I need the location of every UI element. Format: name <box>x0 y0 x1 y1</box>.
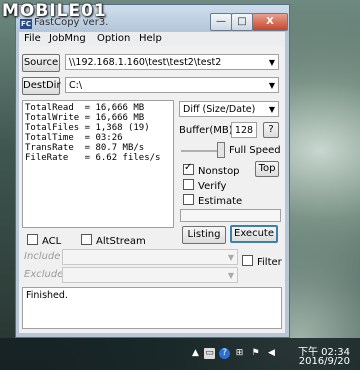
dropdown-arrow-icon[interactable]: ▼ <box>269 55 275 71</box>
checkbox-icon <box>183 194 194 205</box>
include-combo[interactable]: ▼ <box>62 249 238 265</box>
status-text: Finished. <box>26 290 68 301</box>
taskbar: ▲ ▭ ? ⊞ ⚑ ◀ 下午 02:34 2016/9/20 <box>0 338 360 370</box>
checkbox-checked-icon <box>183 162 194 175</box>
clock-date[interactable]: 2016/9/20 <box>290 356 350 367</box>
filter-label: Filter <box>257 257 282 268</box>
acl-label: ACL <box>42 236 62 247</box>
status-log: Finished. <box>22 287 282 329</box>
altstream-label: AltStream <box>96 236 146 247</box>
speed-label: Full Speed <box>229 145 281 156</box>
checkbox-icon <box>242 255 253 266</box>
nonstop-label: Nonstop <box>198 166 240 177</box>
stat-total-write: TotalWrite = 16,666 MB <box>25 113 145 123</box>
stat-total-read: TotalRead = 16,666 MB <box>25 103 145 113</box>
menu-option[interactable]: Option <box>97 33 130 44</box>
mode-value: Diff (Size/Date) <box>183 104 256 115</box>
menu-bar: File JobMng Option Help <box>19 32 285 46</box>
filter-checkbox[interactable]: Filter <box>242 255 282 268</box>
minimize-button[interactable]: — <box>210 13 232 31</box>
flag-icon[interactable]: ⚑ <box>250 348 261 359</box>
maximize-button[interactable]: □ <box>231 13 253 31</box>
menu-jobmng[interactable]: JobMng <box>49 33 86 44</box>
buffer-input[interactable]: 128 <box>231 122 257 138</box>
progress-bar <box>180 209 281 222</box>
verify-checkbox[interactable]: Verify <box>183 179 226 192</box>
exclude-label: Exclude <box>24 269 64 280</box>
checkbox-icon <box>183 179 194 190</box>
stat-trans-rate: TransRate = 80.7 MB/s <box>25 143 145 153</box>
source-button[interactable]: Source <box>22 54 60 72</box>
dropdown-arrow-icon[interactable]: ▼ <box>269 78 275 94</box>
top-button[interactable]: Top <box>255 161 279 177</box>
stat-total-files: TotalFiles = 1,368 (19) <box>25 123 150 133</box>
estimate-label: Estimate <box>198 196 243 207</box>
altstream-checkbox[interactable]: AltStream <box>81 234 146 247</box>
source-path-value: \\192.168.1.160\test\test2\test2 <box>69 57 222 68</box>
stats-panel: TotalRead = 16,666 MB TotalWrite = 16,666… <box>22 100 174 228</box>
acl-checkbox[interactable]: ACL <box>27 234 61 247</box>
checkbox-icon <box>27 234 38 245</box>
include-label: Include <box>24 251 61 262</box>
volume-icon[interactable]: ◀ <box>266 348 277 359</box>
execute-button[interactable]: Execute <box>230 225 278 243</box>
help-tray-icon[interactable]: ? <box>219 348 230 359</box>
speed-slider-handle[interactable] <box>217 142 225 158</box>
checkbox-icon <box>81 234 92 245</box>
stat-file-rate: FileRate = 6.62 files/s <box>25 153 161 163</box>
fastcopy-window: FC FastCopy ver3. — □ X File JobMng Opti… <box>15 4 290 338</box>
menu-help[interactable]: Help <box>139 33 162 44</box>
dropdown-arrow-icon: ▼ <box>227 271 234 280</box>
source-path-combo[interactable]: \\192.168.1.160\test\test2\test2 ▼ <box>65 54 279 70</box>
listing-button[interactable]: Listing <box>182 226 226 244</box>
destdir-button[interactable]: DestDir <box>22 77 61 95</box>
estimate-checkbox[interactable]: Estimate <box>183 194 242 207</box>
menu-file[interactable]: File <box>24 33 41 44</box>
main-panel: Source \\192.168.1.160\test\test2\test2 … <box>19 46 285 333</box>
keyboard-icon[interactable]: ▭ <box>204 348 215 359</box>
help-button[interactable]: ? <box>263 122 279 138</box>
buffer-label: Buffer(MB) <box>179 125 233 136</box>
close-button[interactable]: X <box>252 13 288 31</box>
mode-select[interactable]: Diff (Size/Date) ▼ <box>179 101 279 117</box>
exclude-combo[interactable]: ▼ <box>62 267 238 283</box>
destdir-path-combo[interactable]: C:\ ▼ <box>65 77 279 93</box>
stat-total-time: TotalTime = 03:26 <box>25 133 123 143</box>
destdir-path-value: C:\ <box>69 80 83 91</box>
show-hidden-icons-icon[interactable]: ▲ <box>190 348 201 359</box>
dropdown-arrow-icon: ▼ <box>227 253 234 262</box>
network-icon[interactable]: ⊞ <box>234 348 245 359</box>
dropdown-arrow-icon[interactable]: ▼ <box>269 102 275 118</box>
watermark-logo: MOBILE01 <box>2 1 107 21</box>
nonstop-checkbox[interactable]: Nonstop <box>183 162 240 177</box>
verify-label: Verify <box>198 181 227 192</box>
